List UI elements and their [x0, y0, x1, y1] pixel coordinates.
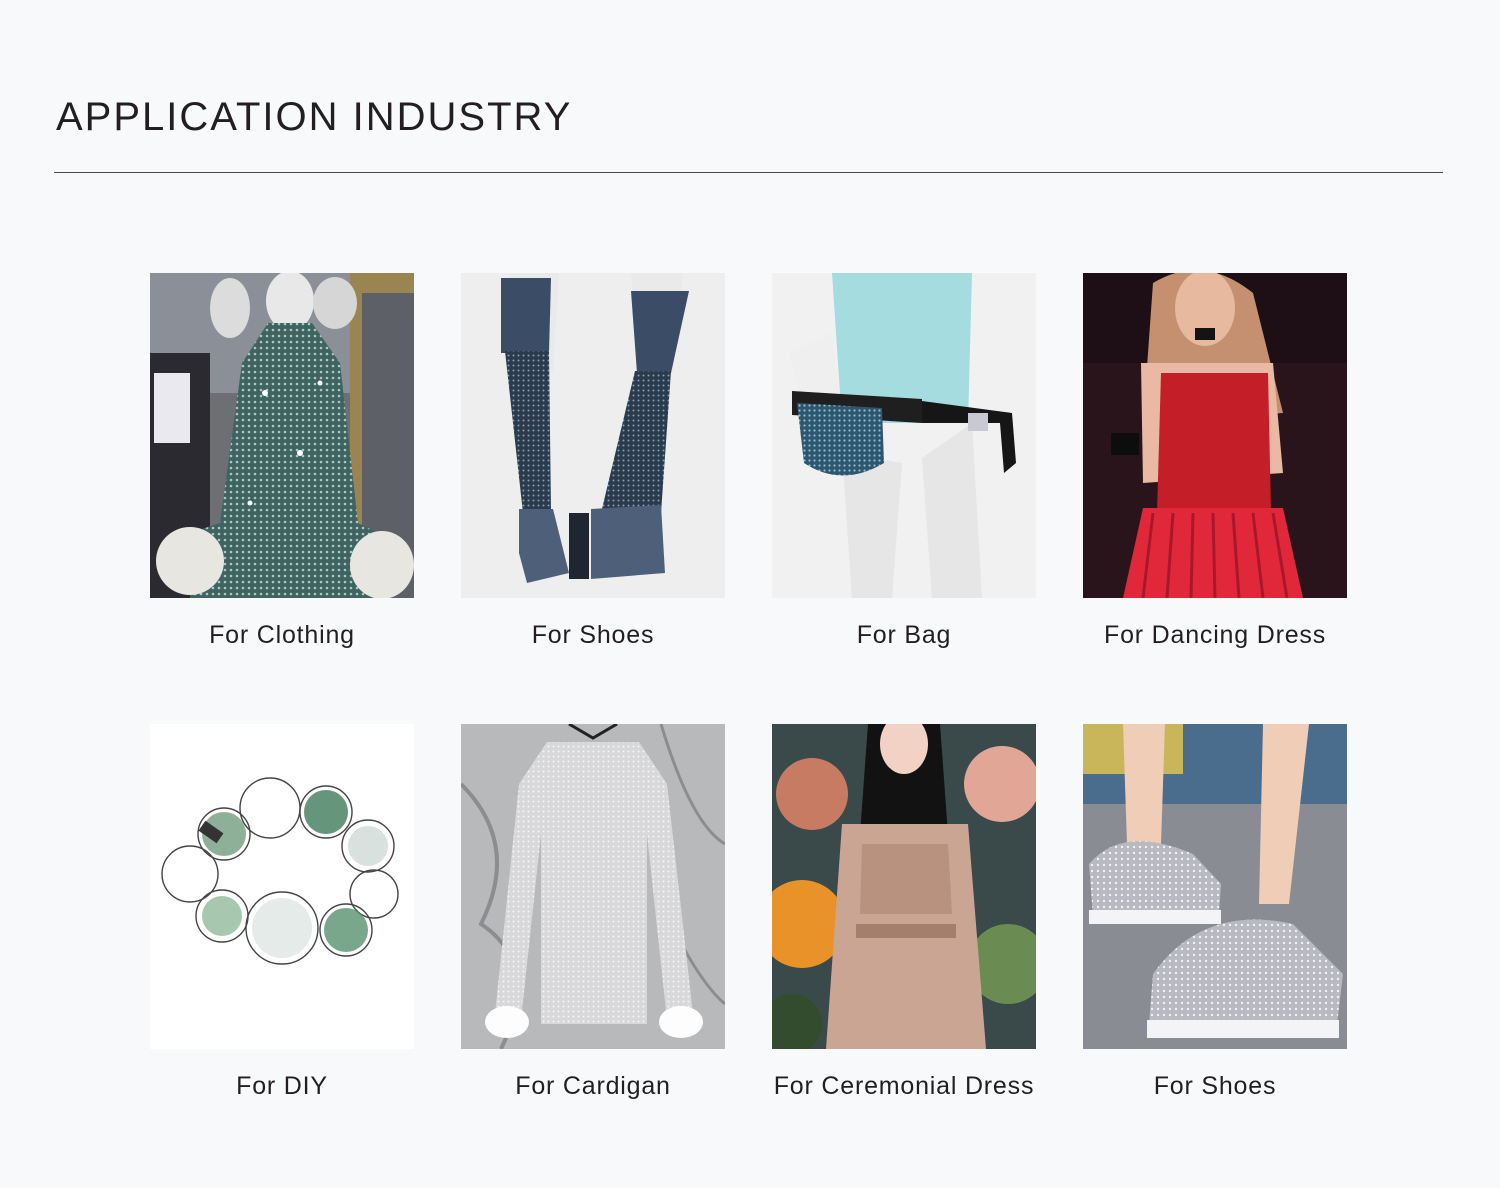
- caption-dancing-dress: For Dancing Dress: [1104, 621, 1326, 649]
- application-card-clothing[interactable]: For Clothing: [150, 273, 414, 649]
- application-card-ceremonial-dress[interactable]: For Ceremonial Dress: [772, 724, 1036, 1100]
- rhinestone-waist-bag-photo: [772, 273, 1036, 598]
- mesh-cardigan-photo: [461, 724, 725, 1049]
- ceremonial-dress-photo: [772, 724, 1036, 1049]
- red-dancing-dress-photo: [1083, 273, 1347, 598]
- sparkly-sneakers-photo: [1083, 724, 1347, 1049]
- application-card-shoes[interactable]: For Shoes: [461, 273, 725, 649]
- page-title: APPLICATION INDUSTRY: [56, 95, 573, 139]
- rhinestone-boots-photo: [461, 273, 725, 598]
- sparkly-mesh-dress-photo: [150, 273, 414, 598]
- application-card-cardigan[interactable]: For Cardigan: [461, 724, 725, 1100]
- title-divider: [54, 172, 1443, 173]
- application-card-dancing-dress[interactable]: For Dancing Dress: [1083, 273, 1347, 649]
- application-card-shoes-2[interactable]: For Shoes: [1083, 724, 1347, 1100]
- application-card-bag[interactable]: For Bag: [772, 273, 1036, 649]
- beaded-bracelet-photo: [150, 724, 414, 1049]
- caption-shoes-2: For Shoes: [1153, 1072, 1277, 1100]
- application-card-diy[interactable]: For DIY: [150, 724, 414, 1100]
